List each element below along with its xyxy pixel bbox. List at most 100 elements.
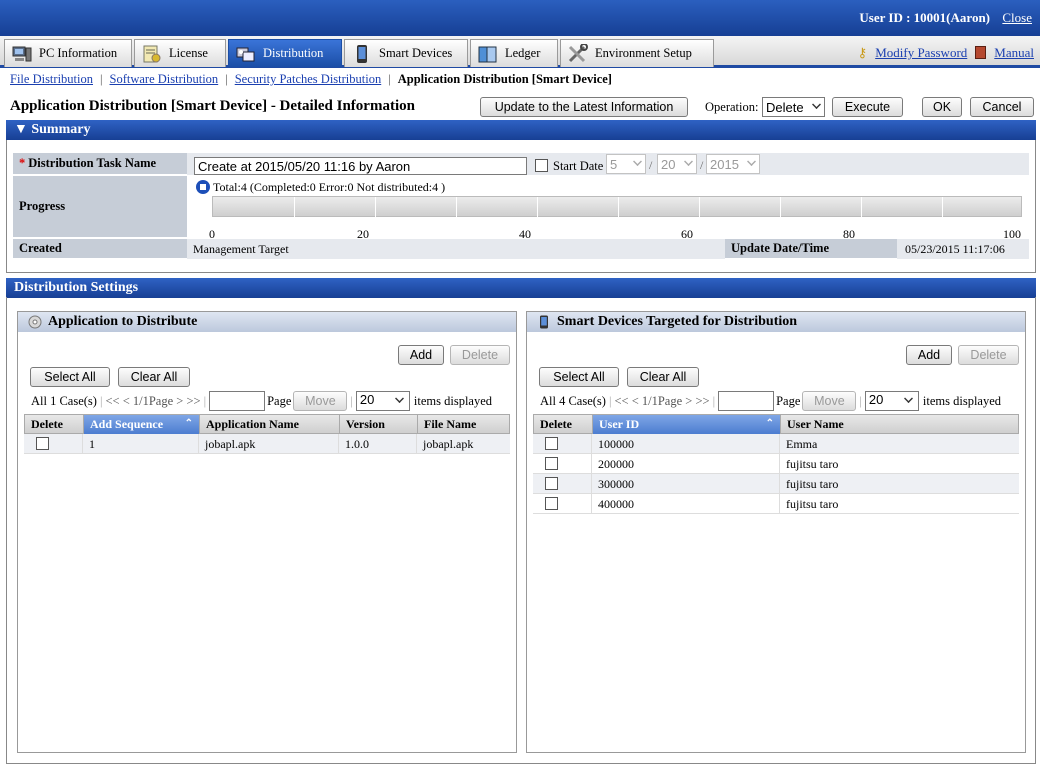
row-delete-checkbox[interactable] [545, 457, 558, 470]
chevron-down-icon [684, 157, 693, 166]
page-number-input[interactable] [718, 391, 775, 411]
cancel-button[interactable]: Cancel [970, 97, 1034, 117]
row-delete-checkbox[interactable] [545, 497, 558, 510]
items-per-page-select[interactable]: 20 [355, 391, 410, 411]
chevron-down-icon [633, 157, 642, 166]
app-cd-icon [28, 315, 42, 329]
progress-segment-divider [942, 197, 943, 218]
page-navigation[interactable]: << < 1/1Page > >> [105, 394, 200, 409]
add-device-button[interactable]: Add [906, 345, 952, 365]
application-pager: All 1 Case(s) | << < 1/1Page > >> | Page… [31, 391, 492, 411]
update-latest-button[interactable]: Update to the Latest Information [480, 97, 688, 117]
start-date-label: Start Date [553, 159, 604, 173]
row-delete-checkbox[interactable] [545, 437, 558, 450]
progress-summary: Total:4 (Completed:0 Error:0 Not distrib… [213, 180, 446, 194]
table-row[interactable]: 200000 fujitsu taro [533, 454, 1019, 474]
progress-segment-divider [537, 197, 538, 218]
tab-label: Distribution [263, 46, 324, 60]
progress-segment-divider [780, 197, 781, 218]
execute-button[interactable]: Execute [832, 97, 903, 117]
page-navigation[interactable]: << < 1/1Page > >> [614, 394, 709, 409]
title-row: Application Distribution [Smart Device] … [0, 94, 1040, 120]
tab-ledger[interactable]: Ledger [470, 39, 558, 67]
column-file-name[interactable]: File Name [418, 415, 511, 434]
clear-all-applications-button[interactable]: Clear All [118, 367, 190, 387]
start-year-select[interactable]: 2015 [706, 154, 760, 174]
ok-button[interactable]: OK [922, 97, 962, 117]
column-add-sequence[interactable]: Add Sequence ⌃ [84, 415, 200, 434]
close-link[interactable]: Close [1002, 10, 1032, 26]
progress-segment-divider [699, 197, 700, 218]
tab-label: Smart Devices [379, 46, 453, 60]
chevron-down-icon [812, 100, 821, 109]
header-links: ⚷ Modify Password Manual [858, 45, 1034, 61]
add-application-button[interactable]: Add [398, 345, 444, 365]
tab-label: Environment Setup [595, 46, 692, 60]
main-tab-bar: PC Information License Distribution Smar… [0, 36, 1040, 68]
tab-pc-information[interactable]: PC Information [4, 39, 132, 67]
start-month-select[interactable]: 5 [606, 154, 646, 174]
move-button[interactable]: Move [802, 391, 857, 411]
chevron-down-icon [394, 394, 404, 403]
column-user-name[interactable]: User Name [781, 415, 1020, 434]
select-all-devices-button[interactable]: Select All [539, 367, 619, 387]
tab-distribution[interactable]: Distribution [228, 39, 342, 67]
breadcrumb: File Distribution | Software Distribution |… [0, 68, 1040, 92]
delete-application-button[interactable]: Delete [450, 345, 510, 365]
table-row[interactable]: 300000 fujitsu taro [533, 474, 1019, 494]
column-delete: Delete [25, 415, 84, 434]
table-row[interactable]: 1 jobapl.apk 1.0.0 jobapl.apk [24, 434, 510, 454]
tab-license[interactable]: License [134, 39, 226, 67]
devices-pager: All 4 Case(s) | << < 1/1Page > >> | Page… [540, 391, 1001, 411]
sort-icon: ⌃ [184, 418, 193, 429]
distribution-settings-panel: Application to Distribute Add Delete Sel… [6, 297, 1036, 764]
key-icon: ⚷ [857, 45, 868, 60]
page-number-input[interactable] [209, 391, 266, 411]
summary-header[interactable]: ▼ Summary [6, 120, 1036, 140]
top-bar: User ID : 10001(Aaron) Close [0, 0, 1040, 36]
progress-segment-divider [456, 197, 457, 218]
distribution-settings-header: Distribution Settings [6, 278, 1036, 298]
column-version[interactable]: Version [340, 415, 418, 434]
tab-smart-devices[interactable]: Smart Devices [344, 39, 468, 67]
column-user-id[interactable]: User ID ⌃ [593, 415, 781, 434]
task-name-input[interactable]: Create at 2015/05/20 11:16 by Aaron [194, 157, 527, 175]
move-button[interactable]: Move [293, 391, 348, 411]
task-name-label: * Distribution Task Name [13, 153, 187, 175]
table-row[interactable]: 100000 Emma [533, 434, 1019, 454]
page-title: Application Distribution [Smart Device] … [10, 98, 415, 114]
user-id-label: User ID : 10001(Aaron) [859, 10, 990, 25]
start-date-checkbox[interactable] [535, 159, 548, 172]
manual-link[interactable]: Manual [994, 45, 1034, 61]
manual-book-icon [975, 46, 987, 59]
select-all-applications-button[interactable]: Select All [30, 367, 110, 387]
modify-password-link[interactable]: Modify Password [875, 45, 967, 61]
file-distribution-link[interactable]: File Distribution [10, 72, 93, 86]
application-panel-header: Application to Distribute [18, 312, 516, 332]
column-application-name[interactable]: Application Name [200, 415, 340, 434]
table-row[interactable]: 400000 fujitsu taro [533, 494, 1019, 514]
devices-panel-header: Smart Devices Targeted for Distribution [527, 312, 1025, 332]
update-datetime-label: Update Date/Time [725, 239, 897, 259]
row-delete-checkbox[interactable] [36, 437, 49, 450]
distribution-icon [236, 47, 255, 61]
start-day-select[interactable]: 20 [657, 154, 697, 174]
tools-icon [568, 43, 588, 62]
row-delete-checkbox[interactable] [545, 477, 558, 490]
application-table-header: Delete Add Sequence ⌃ Application Name Ve… [24, 414, 510, 434]
clear-all-devices-button[interactable]: Clear All [627, 367, 699, 387]
delete-device-button[interactable]: Delete [958, 345, 1019, 365]
operation-select[interactable]: Delete [762, 97, 825, 117]
chevron-down-icon [747, 157, 756, 166]
progress-segment-divider [861, 197, 862, 218]
chevron-down-icon [903, 394, 913, 403]
security-patches-link[interactable]: Security Patches Distribution [235, 72, 382, 86]
progress-label: Progress [13, 176, 187, 238]
items-per-page-select[interactable]: 20 [864, 391, 919, 411]
tab-environment-setup[interactable]: Environment Setup [560, 39, 714, 67]
software-distribution-link[interactable]: Software Distribution [110, 72, 219, 86]
sort-icon: ⌃ [765, 418, 774, 429]
tab-label: License [169, 46, 208, 60]
ledger-icon [478, 46, 497, 62]
update-datetime-value: 05/23/2015 11:17:06 [905, 242, 1005, 256]
